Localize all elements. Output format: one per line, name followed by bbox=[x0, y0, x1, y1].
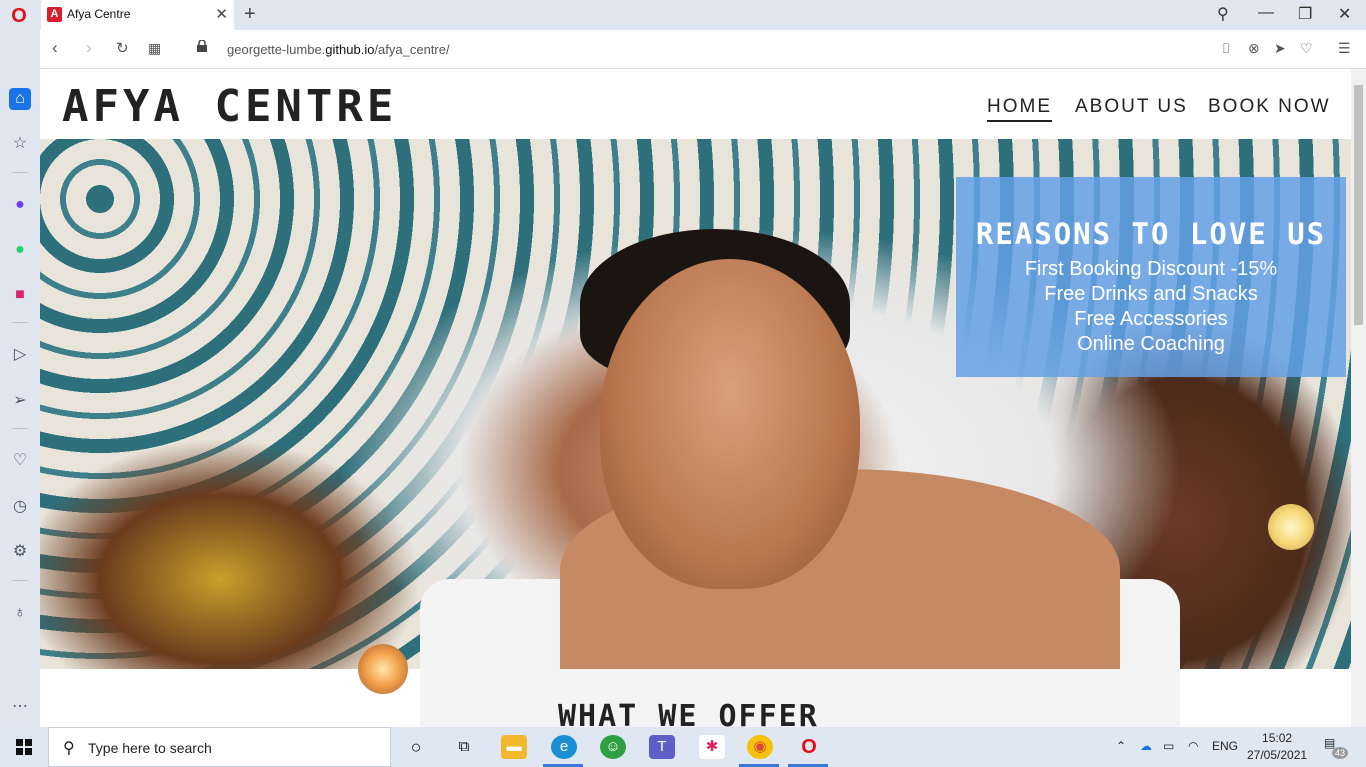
opera-taskbar-icon[interactable]: O bbox=[796, 735, 822, 759]
search-tabs-icon[interactable]: ⚲ bbox=[1217, 4, 1229, 24]
reasons-panel: REASONS TO LOVE US First Booking Discoun… bbox=[956, 177, 1346, 377]
web-page: AFYA CENTRE HOME ABOUT US BOOK NOW REASO… bbox=[40, 69, 1351, 727]
tab-afya-centre[interactable]: A Afya Centre ✕ bbox=[41, 0, 234, 30]
onedrive-icon[interactable]: ☁ bbox=[1140, 739, 1152, 753]
heart-icon[interactable]: ♡ bbox=[1300, 40, 1313, 57]
candle-image bbox=[358, 644, 408, 694]
opera-sidebar: ⌂ ☆ ● ● ■ ▷ ➢ ♡ ◷ ⚙ ♁ ⋯ bbox=[0, 30, 40, 727]
easy-setup-icon[interactable]: ☰ bbox=[1338, 40, 1351, 57]
app-icon[interactable]: ☺ bbox=[600, 735, 626, 759]
reasons-title: REASONS TO LOVE US bbox=[975, 217, 1327, 251]
minimize-icon[interactable]: — bbox=[1258, 4, 1274, 22]
cortana-icon[interactable]: ○ bbox=[403, 735, 429, 759]
flow-icon[interactable]: ➢ bbox=[9, 390, 31, 412]
reason-item: Online Coaching bbox=[1077, 333, 1225, 355]
bookmarks-icon[interactable]: ♡ bbox=[9, 450, 31, 472]
task-view-icon[interactable]: ⧉ bbox=[451, 735, 477, 759]
sidebar-divider bbox=[12, 428, 28, 429]
send-icon[interactable]: ➤ bbox=[1274, 40, 1286, 57]
clock-date: 27/05/2021 bbox=[1247, 748, 1308, 762]
tab-bar: O A Afya Centre ✕ + ⚲ — ❐ ✕ bbox=[0, 0, 1366, 30]
sidebar-divider bbox=[12, 322, 28, 323]
reload-icon[interactable]: ↻ bbox=[116, 39, 129, 57]
site-title[interactable]: AFYA CENTRE bbox=[62, 81, 397, 132]
chrome-icon[interactable]: ◉ bbox=[747, 735, 773, 759]
snapshot-icon[interactable]: ⌷ bbox=[1222, 40, 1230, 57]
battery-icon[interactable]: ▭ bbox=[1163, 739, 1174, 753]
file-explorer-icon[interactable]: ▬ bbox=[501, 735, 527, 759]
nav-book-now[interactable]: BOOK NOW bbox=[1208, 96, 1331, 118]
pinboard-icon[interactable]: ☆ bbox=[9, 133, 31, 155]
close-window-icon[interactable]: ✕ bbox=[1338, 4, 1351, 24]
search-placeholder: Type here to search bbox=[88, 740, 212, 756]
instagram-icon[interactable]: ■ bbox=[9, 284, 31, 306]
nav-home[interactable]: HOME bbox=[987, 96, 1052, 122]
candle-image bbox=[1268, 504, 1314, 550]
forward-icon[interactable]: › bbox=[86, 38, 92, 58]
url-field[interactable]: georgette-lumbe.github.io/afya_centre/ bbox=[227, 42, 450, 57]
teams-icon[interactable]: T bbox=[649, 735, 675, 759]
settings-icon[interactable]: ⚙ bbox=[9, 541, 31, 563]
search-icon: ⚲ bbox=[63, 740, 75, 757]
windows-taskbar: ⚲ Type here to search ○ ⧉ ▬ e ☺ T ✱ ◉ O … bbox=[0, 727, 1366, 767]
whatsapp-icon[interactable]: ● bbox=[9, 239, 31, 261]
sidebar-divider bbox=[12, 580, 28, 581]
speed-dial-icon[interactable]: ▦ bbox=[148, 40, 161, 57]
page-scrollbar[interactable] bbox=[1351, 69, 1366, 727]
home-icon[interactable]: ⌂ bbox=[9, 88, 31, 110]
sidebar-divider bbox=[12, 172, 28, 173]
clock[interactable]: 15:02 27/05/2021 bbox=[1247, 730, 1307, 764]
scrollbar-thumb[interactable] bbox=[1354, 85, 1363, 325]
reason-item: First Booking Discount -15% bbox=[1024, 258, 1278, 280]
player-icon[interactable]: ▷ bbox=[9, 344, 31, 366]
show-hidden-icons[interactable]: ⌃ bbox=[1116, 739, 1126, 753]
taskbar-search[interactable]: ⚲ Type here to search bbox=[48, 727, 391, 767]
section-title: WHAT WE OFFER bbox=[558, 699, 819, 727]
slack-icon[interactable]: ✱ bbox=[699, 735, 725, 759]
face-image bbox=[600, 259, 860, 589]
tab-title: Afya Centre bbox=[67, 7, 131, 21]
restore-icon[interactable]: ❐ bbox=[1298, 4, 1312, 24]
address-bar: ‹ › ↻ ▦ georgette-lumbe.github.io/afya_c… bbox=[40, 30, 1366, 69]
back-icon[interactable]: ‹ bbox=[52, 38, 58, 58]
more-icon[interactable]: ⋯ bbox=[9, 696, 31, 718]
close-tab-icon[interactable]: ✕ bbox=[215, 5, 228, 23]
history-icon[interactable]: ◷ bbox=[9, 496, 31, 518]
clock-time: 15:02 bbox=[1262, 731, 1293, 745]
edge-icon[interactable]: e bbox=[551, 735, 577, 759]
tab-favicon-icon: A bbox=[47, 7, 62, 22]
reason-item: Free Drinks and Snacks bbox=[1044, 283, 1258, 305]
lightbulb-icon[interactable]: ♁ bbox=[9, 602, 31, 624]
wifi-icon[interactable]: ◠ bbox=[1188, 739, 1198, 753]
notification-count: 43 bbox=[1332, 747, 1349, 759]
language-indicator[interactable]: ENG bbox=[1212, 739, 1238, 753]
windows-start-icon[interactable] bbox=[16, 739, 32, 755]
nav-about-us[interactable]: ABOUT US bbox=[1075, 96, 1188, 118]
reason-item: Free Accessories bbox=[1074, 308, 1228, 330]
new-tab-icon[interactable]: + bbox=[244, 3, 256, 26]
adblock-icon[interactable]: ⊗ bbox=[1248, 40, 1260, 57]
opera-menu-icon[interactable]: O bbox=[8, 5, 30, 27]
lock-icon bbox=[197, 40, 207, 52]
messenger-icon[interactable]: ● bbox=[9, 194, 31, 216]
